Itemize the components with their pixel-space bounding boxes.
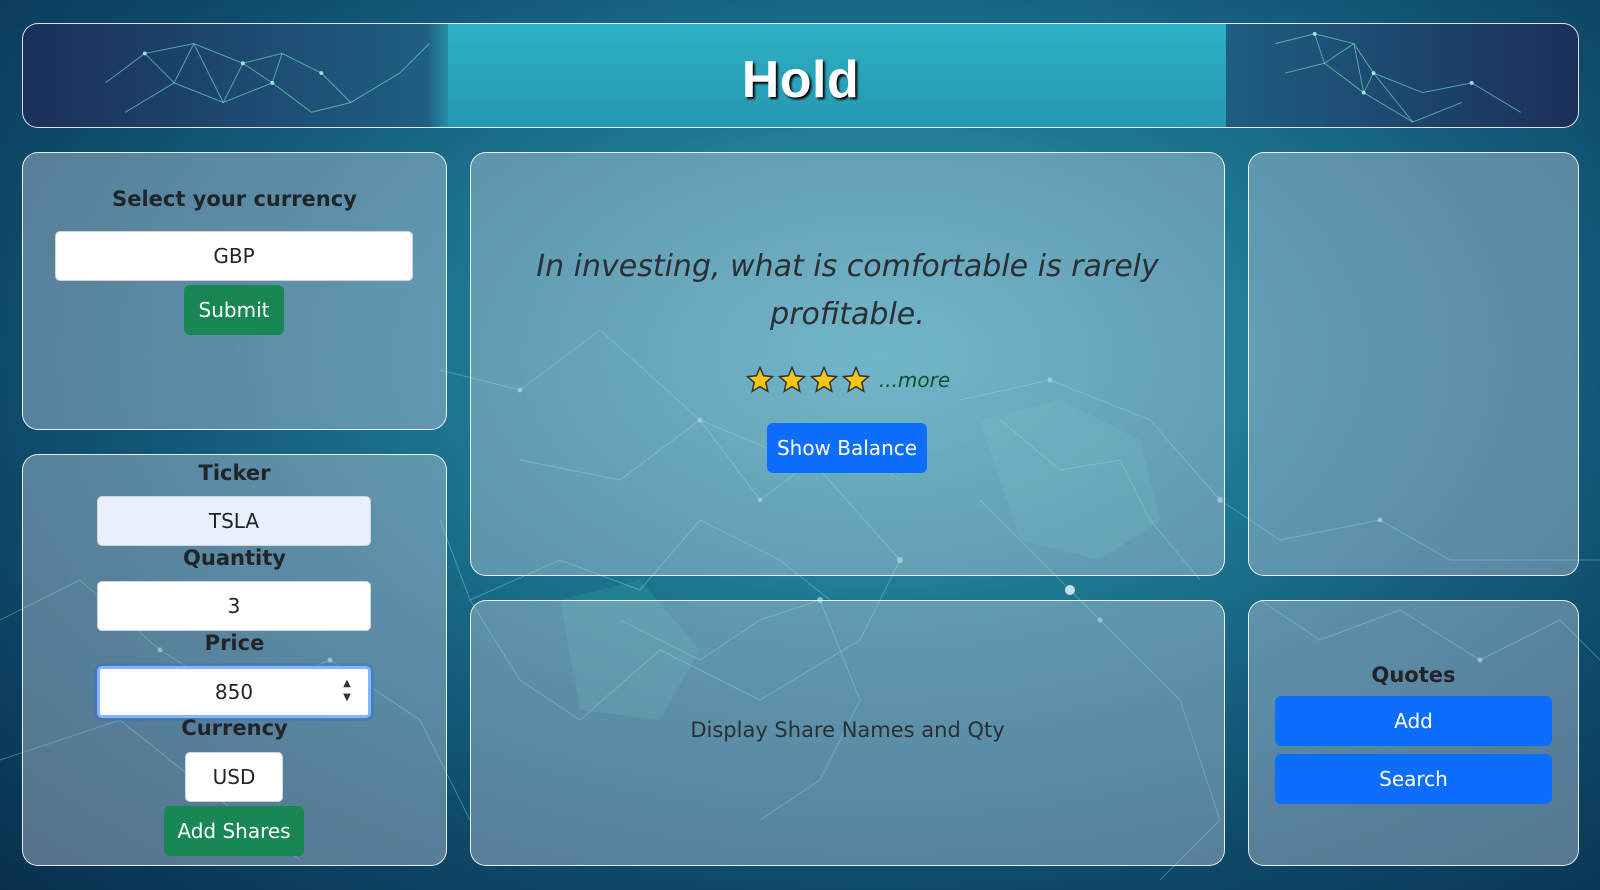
header-banner: Hold [22,23,1579,128]
share-currency-input[interactable]: USD [185,752,283,802]
quotes-panel: Quotes Add Search [1248,600,1579,866]
quotes-heading: Quotes [1371,663,1456,687]
investing-quote: In investing, what is comfortable is rar… [536,249,1159,332]
more-link[interactable]: ...more [879,368,950,392]
ticker-label: Ticker [198,461,271,485]
number-spinner[interactable]: ▲ ▼ [340,679,354,703]
spinner-down-icon[interactable]: ▼ [343,693,351,703]
ticker-input[interactable]: TSLA [97,496,371,546]
show-balance-button[interactable]: Show Balance [767,423,927,473]
star-icon [809,365,839,393]
currency-heading: Select your currency [112,187,357,211]
page-title: Hold [741,51,860,109]
quantity-input[interactable]: 3 [97,581,371,631]
star-icon [777,365,807,393]
add-shares-panel: Ticker TSLA Quantity 3 Price 850 ▲ ▼ Cur… [22,454,447,866]
price-label: Price [204,631,265,655]
star-icon [745,365,775,393]
holdings-placeholder: Display Share Names and Qty [690,718,1005,742]
holdings-panel: Display Share Names and Qty [470,600,1225,866]
currency-panel: Select your currency GBP Submit [22,152,447,430]
info-panel [1248,152,1579,576]
quantity-label: Quantity [183,546,286,570]
add-shares-button[interactable]: Add Shares [164,806,304,856]
spinner-up-icon[interactable]: ▲ [343,679,351,689]
quote-panel: In investing, what is comfortable is rar… [470,152,1225,576]
price-input[interactable]: 850 ▲ ▼ [97,666,371,718]
quote-rating: ...more [471,365,1224,395]
submit-button[interactable]: Submit [184,285,284,335]
currency-select[interactable]: GBP [55,231,413,281]
add-quote-button[interactable]: Add [1275,696,1552,746]
price-value: 850 [214,680,254,704]
search-quote-button[interactable]: Search [1275,754,1552,804]
star-icon [841,365,871,393]
currency-label: Currency [181,716,288,740]
